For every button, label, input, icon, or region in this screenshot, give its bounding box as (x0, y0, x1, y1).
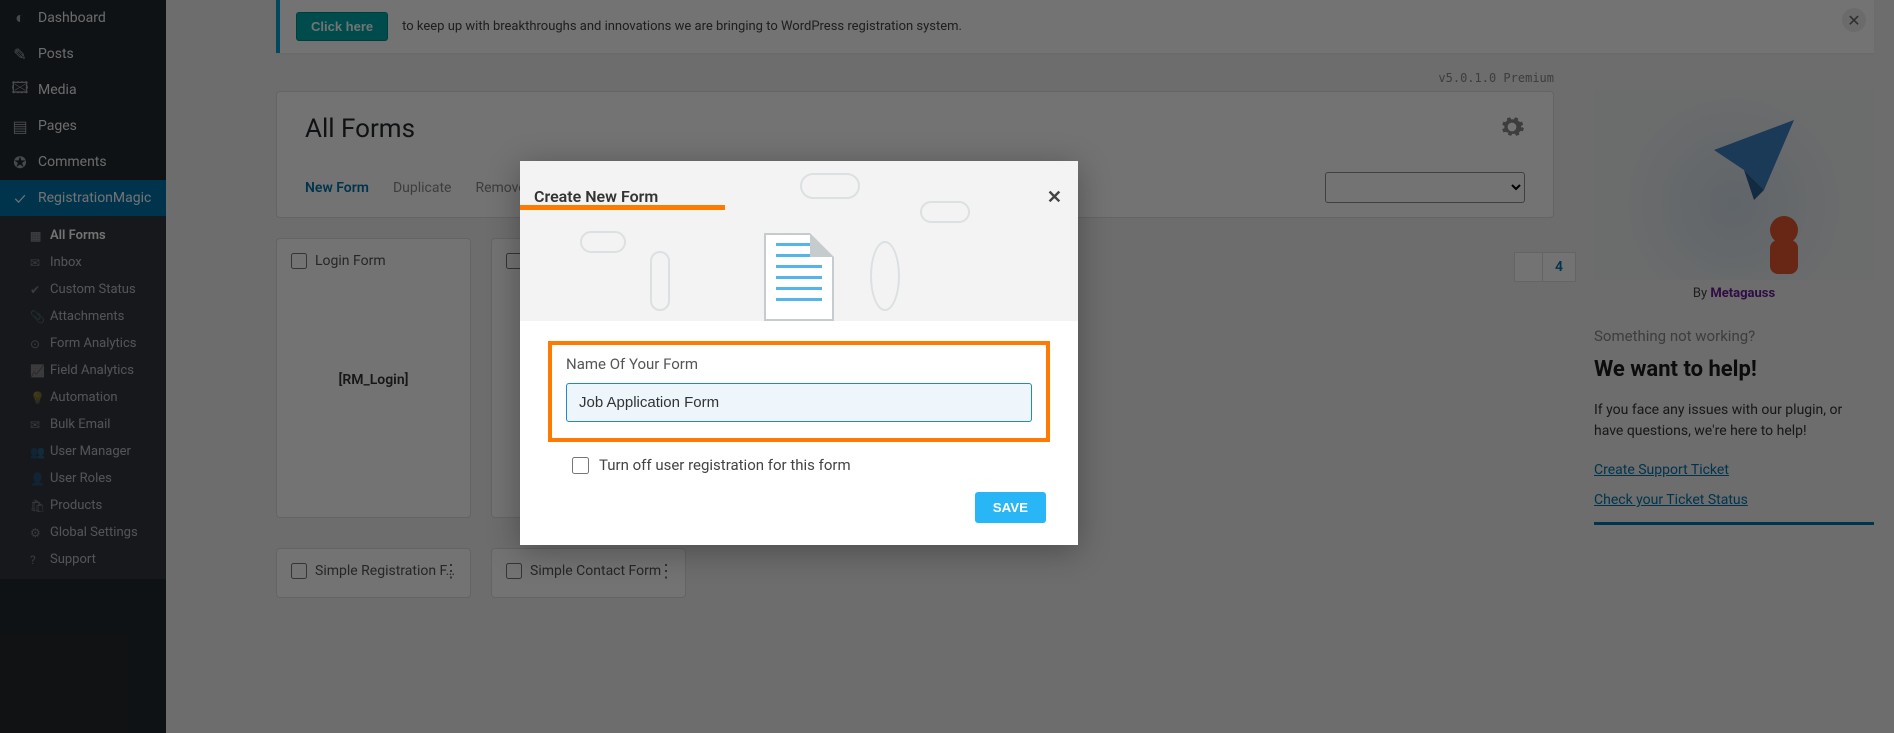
tree-icon (870, 241, 900, 311)
save-button[interactable]: SAVE (975, 492, 1046, 523)
modal-header: Create New Form ✕ (520, 161, 1078, 321)
name-field-highlight: Name Of Your Form (548, 341, 1050, 442)
toggle-label: Turn off user registration for this form (599, 456, 851, 474)
create-form-modal: Create New Form ✕ Name Of Your Form Turn… (520, 161, 1078, 545)
cloud-icon (580, 231, 626, 253)
cloud-icon (920, 201, 970, 223)
cloud-icon (800, 173, 860, 199)
modal-title: Create New Form (534, 187, 658, 206)
form-name-input[interactable] (566, 383, 1032, 422)
modal-body: Name Of Your Form Turn off user registra… (520, 321, 1078, 545)
title-underline (520, 205, 725, 210)
tree-icon (650, 251, 670, 311)
form-name-label: Name Of Your Form (566, 355, 1032, 373)
modal-close-button[interactable]: ✕ (1047, 187, 1062, 208)
document-icon (764, 233, 834, 321)
turn-off-registration-checkbox[interactable] (572, 457, 589, 474)
registration-toggle-row: Turn off user registration for this form (548, 452, 1050, 478)
